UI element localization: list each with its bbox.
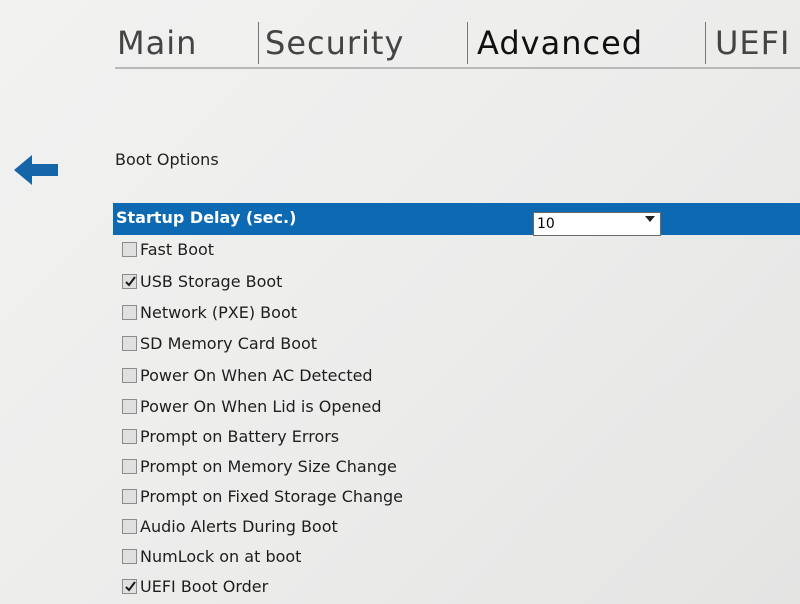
boot-option-row[interactable]: NumLock on at boot <box>122 545 301 567</box>
boot-option-label: Prompt on Memory Size Change <box>140 456 397 476</box>
boot-option-row[interactable]: Power On When AC Detected <box>122 364 373 386</box>
boot-option-label: NumLock on at boot <box>140 546 302 566</box>
checkbox-unchecked[interactable] <box>122 241 137 257</box>
tab-bar: Main Security Advanced UEFI <box>115 18 800 68</box>
boot-option-row[interactable]: USB Storage Boot <box>122 270 282 292</box>
boot-option-row[interactable]: Audio Alerts During Boot <box>122 515 338 537</box>
boot-option-label: UEFI Boot Order <box>140 576 269 596</box>
boot-option-label: USB Storage Boot <box>140 271 283 291</box>
tab-security[interactable]: Security <box>265 18 404 68</box>
boot-option-label: Prompt on Battery Errors <box>140 426 340 446</box>
startup-delay-label: Startup Delay (sec.) <box>116 208 297 227</box>
tab-separator <box>705 22 706 64</box>
tab-main[interactable]: Main <box>117 18 197 68</box>
boot-option-row[interactable]: Fast Boot <box>122 238 214 260</box>
checkbox-unchecked[interactable] <box>122 458 137 474</box>
boot-option-label: Network (PXE) Boot <box>140 302 298 322</box>
boot-option-row[interactable]: Prompt on Memory Size Change <box>122 455 397 477</box>
checkmark-icon <box>125 275 136 287</box>
checkbox-unchecked[interactable] <box>122 304 137 320</box>
checkbox-unchecked[interactable] <box>122 335 137 351</box>
tab-advanced[interactable]: Advanced <box>477 18 643 68</box>
checkbox-unchecked[interactable] <box>122 428 137 444</box>
tab-underline <box>115 67 800 69</box>
checkmark-icon <box>125 580 136 592</box>
checkbox-unchecked[interactable] <box>122 488 137 504</box>
boot-option-label: Fast Boot <box>140 239 215 259</box>
boot-option-label: Power On When AC Detected <box>140 365 373 385</box>
boot-option-row[interactable]: Prompt on Fixed Storage Change <box>122 485 403 507</box>
checkbox-unchecked[interactable] <box>122 518 137 534</box>
chevron-down-icon <box>645 216 655 222</box>
checkbox-unchecked[interactable] <box>122 367 137 383</box>
boot-option-label: Audio Alerts During Boot <box>140 516 338 536</box>
boot-option-label: SD Memory Card Boot <box>140 333 318 353</box>
tab-uefi[interactable]: UEFI <box>715 18 790 68</box>
boot-option-label: Power On When Lid is Opened <box>140 396 382 416</box>
boot-option-label: Prompt on Fixed Storage Change <box>140 486 403 506</box>
boot-option-row[interactable]: UEFI Boot Order <box>122 575 268 597</box>
tab-separator <box>467 22 468 64</box>
checkbox-unchecked[interactable] <box>122 398 137 414</box>
startup-delay-dropdown[interactable]: 10 <box>533 212 661 236</box>
section-title: Boot Options <box>115 150 219 169</box>
startup-delay-row[interactable]: Startup Delay (sec.) 10 <box>113 203 800 236</box>
boot-option-row[interactable]: SD Memory Card Boot <box>122 332 317 354</box>
tab-separator <box>258 22 259 64</box>
arrow-left-icon[interactable] <box>14 153 60 187</box>
boot-option-row[interactable]: Power On When Lid is Opened <box>122 395 382 417</box>
boot-option-row[interactable]: Network (PXE) Boot <box>122 301 297 323</box>
checkbox-checked[interactable] <box>122 273 137 289</box>
boot-option-row[interactable]: Prompt on Battery Errors <box>122 425 339 447</box>
checkbox-unchecked[interactable] <box>122 548 137 564</box>
startup-delay-value: 10 <box>537 216 555 232</box>
checkbox-checked[interactable] <box>122 578 137 594</box>
